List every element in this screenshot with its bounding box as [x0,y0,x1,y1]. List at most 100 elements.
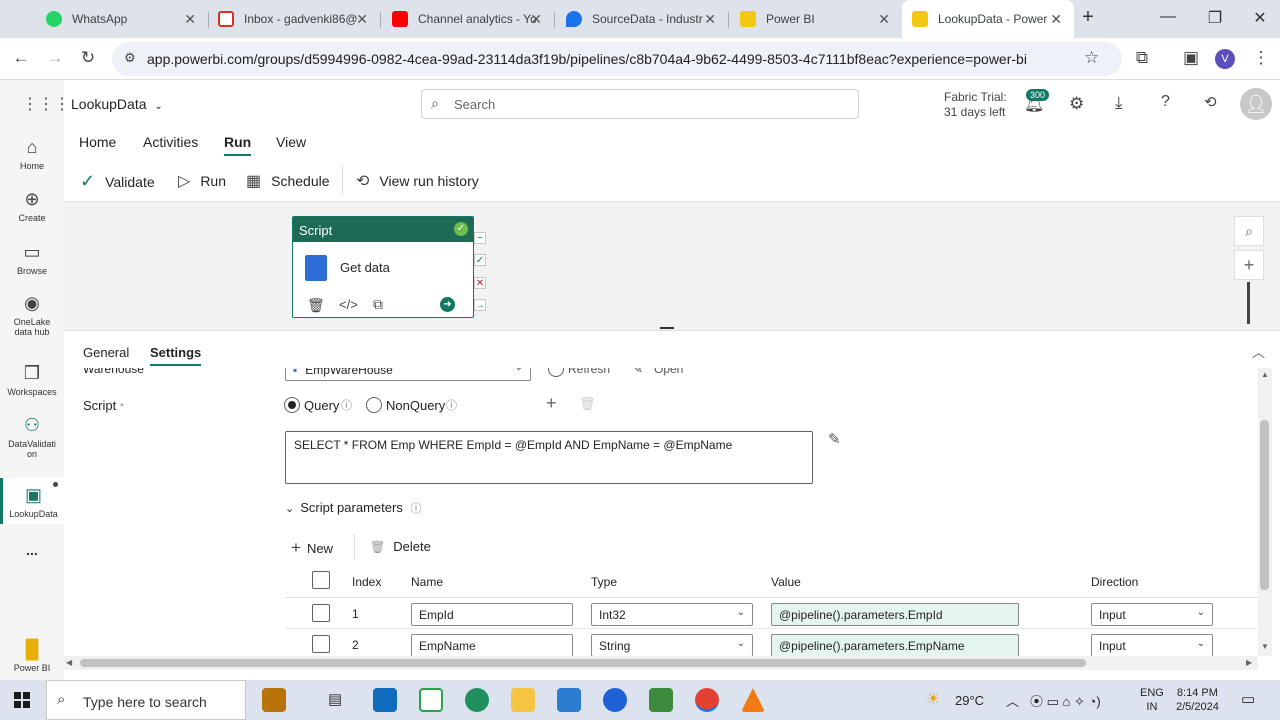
edit-pencil-icon[interactable]: ✎ [828,430,841,448]
browser-tab-sourcedata[interactable]: SourceData - Industr ✕ [556,0,728,38]
rail-item-browse[interactable]: ▭ Browse [0,241,64,276]
profile-avatar[interactable]: V [1215,49,1235,69]
info-icon[interactable]: ⓘ [446,397,457,413]
app-launcher-icon[interactable]: ⋮⋮⋮ [22,94,70,114]
script-textarea[interactable]: SELECT * FROM Emp WHERE EmpId = @EmpId A… [285,431,813,484]
file-explorer-icon[interactable] [511,688,535,712]
site-settings-icon[interactable]: ⚙ [124,50,136,66]
spreadsheet-app-icon[interactable] [649,688,673,712]
zoom-app-icon[interactable] [603,688,627,712]
gear-icon[interactable]: ⚙ [1069,94,1084,114]
param-type-select[interactable]: String ⌄ [591,634,753,656]
fail-port-icon[interactable]: ✕ [474,277,486,289]
photos-app-icon[interactable] [557,688,581,712]
delete-parameter-button[interactable]: 🗑︎ Delete [370,539,431,554]
close-tab-icon[interactable]: ✕ [356,11,368,28]
browser-tab-lookupdata[interactable]: LookupData - Power ✕ [902,0,1074,38]
tab-general[interactable]: General [83,345,129,360]
rail-item-home[interactable]: ⌂ Home [0,136,64,171]
add-script-icon[interactable]: + [546,393,557,414]
complete-port-icon[interactable]: → [474,299,486,311]
tab-activities[interactable]: Activities [143,134,198,150]
refresh-button[interactable]: Refresh [568,368,610,376]
help-icon[interactable]: ? [1161,93,1170,111]
workspace-switcher[interactable]: LookupData ⌄ [71,96,163,112]
run-button[interactable]: ▷ Run [178,171,226,191]
briefcase-app-icon[interactable] [262,688,286,712]
mail-app-icon[interactable] [373,688,397,712]
param-direction-select[interactable]: Input ⌄ [1091,634,1213,656]
browser-tab-gmail[interactable]: Inbox - gadvenki86@ ✕ [208,0,380,38]
close-window-icon[interactable]: ✕ [1250,8,1270,28]
new-tab-icon[interactable]: + [1078,6,1098,29]
delete-script-icon[interactable]: 🗑︎ [579,396,596,412]
code-icon[interactable]: </> [339,297,358,312]
clock[interactable]: 8:14 PM 2/5/2024 [1176,686,1219,714]
rail-item-powerbi[interactable]: ▐▌ Power BI [0,638,64,673]
collapse-panel-icon[interactable]: ︿ [1252,342,1265,361]
delete-icon[interactable]: 🗑︎ [307,297,325,314]
success-port-icon[interactable]: ✓ [474,254,486,266]
rail-item-workspaces[interactable]: ❒ Workspaces [0,362,64,397]
warehouse-select[interactable]: ▪EmpWareHouse ⌄ [285,368,531,381]
close-tab-icon[interactable]: ✕ [704,11,716,28]
row-checkbox[interactable] [312,635,330,653]
pipeline-canvas[interactable]: Script ✓ Get data 🗑︎ </> ⧉ ➜ ~ ✓ ✕ → ⌕ + [64,202,1280,330]
param-type-select[interactable]: Int32 ⌄ [591,603,753,626]
browser-tab-powerbi[interactable]: Power BI ✕ [730,0,902,38]
windows-start-icon[interactable] [14,692,30,708]
view-run-history-button[interactable]: ⟲ View run history [356,171,479,191]
arrow-right-icon[interactable]: ➜ [440,297,455,312]
script-parameters-toggle[interactable]: ⌄ Script parameters ⓘ [285,500,421,516]
zoom-in-icon[interactable]: + [1234,250,1264,280]
new-parameter-button[interactable]: + New [291,538,333,558]
tab-view[interactable]: View [276,134,306,150]
share-icon[interactable]: ⟲ [1204,93,1217,111]
extensions-icon[interactable]: ⧉ [1131,48,1153,68]
back-icon[interactable]: ← [10,48,32,68]
show-hidden-icons-icon[interactable]: ︿ [1006,691,1019,710]
chrome-app-icon[interactable] [695,688,719,712]
bookmark-star-icon[interactable]: ☆ [1084,48,1099,68]
url-field[interactable]: ⚙ app.powerbi.com/groups/d5994996-0982-4… [112,42,1122,76]
vlc-app-icon[interactable] [741,688,765,712]
nonquery-radio[interactable] [366,397,382,413]
panel-vertical-scrollbar[interactable]: ▲ ▼ [1258,368,1272,656]
rail-item-create[interactable]: ⊕ Create [0,188,64,223]
info-icon[interactable]: ⓘ [341,397,352,413]
select-all-checkbox[interactable] [312,571,330,589]
vscode-app-icon[interactable] [419,688,443,712]
scrollbar-thumb[interactable] [80,659,1086,667]
open-button[interactable]: Open [654,368,683,376]
param-name-input[interactable]: EmpName [411,634,573,656]
query-radio[interactable] [284,397,300,413]
scroll-up-icon[interactable]: ▲ [1261,370,1269,379]
edge-app-icon[interactable] [465,688,489,712]
scrollbar-thumb[interactable] [1260,420,1269,590]
row-checkbox[interactable] [312,604,330,622]
param-direction-select[interactable]: Input ⌄ [1091,603,1213,626]
download-icon[interactable]: ⤓ [1115,93,1123,113]
scroll-down-icon[interactable]: ▼ [1261,642,1269,651]
rail-more-button[interactable]: ... [0,542,64,558]
param-value-input[interactable]: @pipeline().parameters.EmpId [771,603,1019,626]
weather-icon[interactable]: ☀ [926,689,940,709]
language-indicator[interactable]: ENG IN [1140,686,1164,714]
system-tray-icons[interactable]: ⦿ ▭ ⌂ ✧ ◔) [1030,691,1101,710]
close-tab-icon[interactable]: ✕ [1050,11,1062,28]
validate-button[interactable]: ✓ Validate [80,171,155,192]
forward-icon[interactable]: → [44,48,66,68]
script-activity-node[interactable]: Script ✓ Get data 🗑︎ </> ⧉ ➜ [292,216,474,318]
scroll-right-icon[interactable]: ▶ [1246,658,1252,667]
rail-item-onelake[interactable]: ◉ OneLake data hub [0,292,64,337]
browser-tab-youtube[interactable]: Channel analytics - Yo ✕ [382,0,554,38]
copy-icon[interactable]: ⧉ [373,296,383,313]
panel-resize-handle[interactable] [660,327,674,329]
tab-settings[interactable]: Settings [150,345,202,366]
close-tab-icon[interactable]: ✕ [184,11,196,28]
panel-horizontal-scrollbar[interactable]: ◀ ▶ [64,656,1258,670]
maximize-icon[interactable]: ❐ [1205,8,1225,28]
task-view-icon[interactable]: ▤ [328,690,342,708]
tab-run[interactable]: Run [224,134,252,156]
param-name-input[interactable]: EmpId [411,603,573,626]
